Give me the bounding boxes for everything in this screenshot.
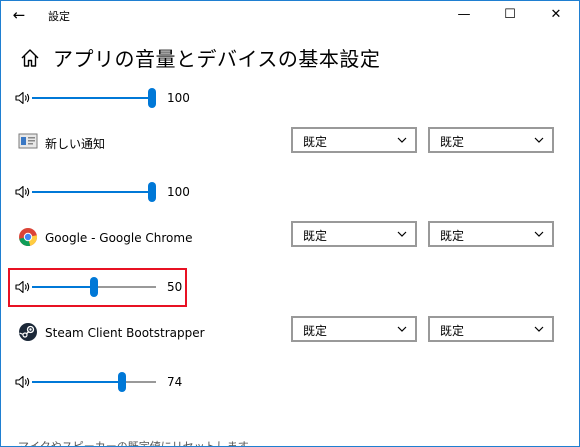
- app-name: Google - Google Chrome: [45, 231, 193, 245]
- volume-value: 100: [167, 91, 190, 105]
- slider-fill: [32, 381, 122, 383]
- steam-icon: [19, 323, 37, 341]
- minimize-icon: —: [457, 7, 471, 22]
- speaker-icon[interactable]: [15, 375, 31, 389]
- slider-fill: [32, 286, 94, 288]
- speaker-icon[interactable]: [15, 185, 31, 199]
- input-device-dropdown[interactable]: 既定: [428, 127, 554, 153]
- slider-track: [94, 286, 156, 288]
- slider-track: [122, 381, 156, 383]
- volume-slider[interactable]: [32, 372, 156, 392]
- app-name: Steam Client Bootstrapper: [45, 326, 205, 340]
- volume-slider[interactable]: [32, 88, 156, 108]
- slider-thumb[interactable]: [90, 277, 98, 297]
- back-button[interactable]: ←: [7, 3, 31, 27]
- reset-description: マイクやスピーカーの既定値にリセットします: [18, 440, 249, 447]
- close-icon: ✕: [550, 7, 562, 22]
- close-button[interactable]: ✕: [533, 1, 579, 29]
- chrome-icon: [19, 228, 38, 246]
- settings-window: ← 設定 — ☐ ✕ アプリの音量とデバイスの基本設定 100 新しい通知 既定…: [0, 0, 580, 447]
- back-arrow-icon: ←: [12, 6, 26, 24]
- dropdown-value: 既定: [303, 135, 328, 149]
- volume-value: 74: [167, 375, 183, 389]
- volume-value: 50: [167, 280, 183, 294]
- dropdown-value: 既定: [303, 324, 328, 338]
- chevron-down-icon: [534, 231, 544, 237]
- dropdown-value: 既定: [440, 135, 465, 149]
- maximize-button[interactable]: ☐: [487, 1, 533, 29]
- chevron-down-icon: [397, 231, 407, 237]
- slider-thumb[interactable]: [118, 372, 126, 392]
- slider-thumb[interactable]: [148, 182, 156, 202]
- speaker-icon[interactable]: [15, 280, 31, 294]
- notification-app-icon: [18, 133, 38, 149]
- window-title: 設定: [48, 10, 70, 23]
- slider-fill: [32, 97, 152, 99]
- input-device-dropdown[interactable]: 既定: [428, 316, 554, 342]
- slider-fill: [32, 191, 152, 193]
- speaker-icon[interactable]: [15, 91, 31, 105]
- maximize-icon: ☐: [504, 7, 516, 22]
- output-device-dropdown[interactable]: 既定: [291, 127, 417, 153]
- app-name: 新しい通知: [45, 137, 106, 151]
- slider-thumb[interactable]: [148, 88, 156, 108]
- dropdown-value: 既定: [440, 324, 465, 338]
- chevron-down-icon: [534, 326, 544, 332]
- output-device-dropdown[interactable]: 既定: [291, 316, 417, 342]
- minimize-button[interactable]: —: [441, 1, 487, 29]
- home-icon[interactable]: [19, 47, 41, 69]
- page-title: アプリの音量とデバイスの基本設定: [53, 47, 381, 71]
- dropdown-value: 既定: [303, 229, 328, 243]
- chevron-down-icon: [534, 137, 544, 143]
- volume-value: 100: [167, 185, 190, 199]
- volume-slider[interactable]: [32, 182, 156, 202]
- output-device-dropdown[interactable]: 既定: [291, 221, 417, 247]
- input-device-dropdown[interactable]: 既定: [428, 221, 554, 247]
- dropdown-value: 既定: [440, 229, 465, 243]
- chevron-down-icon: [397, 326, 407, 332]
- chevron-down-icon: [397, 137, 407, 143]
- title-bar: ← 設定 — ☐ ✕: [1, 1, 579, 31]
- volume-slider[interactable]: [32, 277, 156, 297]
